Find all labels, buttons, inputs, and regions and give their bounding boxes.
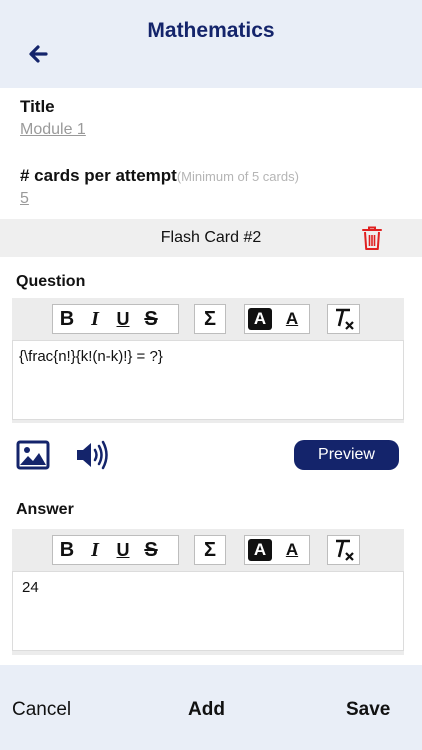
cards-per-attempt-label: # cards per attempt(Minimum of 5 cards) xyxy=(20,166,299,186)
answer-text-area[interactable]: 24 xyxy=(12,571,404,651)
question-label: Question xyxy=(16,273,86,290)
flash-card-header: Flash Card #2 xyxy=(0,219,422,257)
strikethrough-button[interactable]: S xyxy=(137,536,165,564)
math-group: Σ xyxy=(194,535,226,565)
clear-format-icon[interactable] xyxy=(331,537,357,563)
color-group: A A xyxy=(244,304,310,334)
bold-button[interactable]: B xyxy=(53,536,81,564)
trash-icon[interactable] xyxy=(360,225,384,251)
add-button[interactable]: Add xyxy=(188,699,225,721)
cards-per-attempt-text: # cards per attempt xyxy=(20,166,177,185)
title-input[interactable]: Module 1 xyxy=(20,121,86,139)
answer-editor: B I U S Σ A A 24 xyxy=(12,529,404,655)
highlight-color-button[interactable]: A xyxy=(248,539,272,561)
sigma-button[interactable]: Σ xyxy=(196,536,224,564)
text-style-group: B I U S xyxy=(52,535,179,565)
title-label: Title xyxy=(20,97,55,116)
clear-format-icon[interactable] xyxy=(331,306,357,332)
question-text-area[interactable]: {\frac{n!}{k!(n-k)!} = ?} xyxy=(12,340,404,420)
save-button[interactable]: Save xyxy=(346,699,390,721)
clear-format-group xyxy=(327,304,360,334)
back-arrow-icon[interactable] xyxy=(26,42,50,66)
clear-format-group xyxy=(327,535,360,565)
cards-per-attempt-input[interactable]: 5 xyxy=(20,190,29,208)
color-group: A A xyxy=(244,535,310,565)
text-color-button[interactable]: A xyxy=(278,536,306,564)
highlight-color-button[interactable]: A xyxy=(248,308,272,330)
speaker-icon[interactable] xyxy=(74,440,110,470)
underline-button[interactable]: U xyxy=(109,536,137,564)
bold-button[interactable]: B xyxy=(53,305,81,333)
answer-label: Answer xyxy=(16,501,74,518)
flash-card-title: Flash Card #2 xyxy=(160,229,262,246)
image-icon[interactable] xyxy=(16,440,50,470)
text-style-group: B I U S xyxy=(52,304,179,334)
italic-button[interactable]: I xyxy=(81,305,109,333)
sigma-button[interactable]: Σ xyxy=(196,305,224,333)
math-group: Σ xyxy=(194,304,226,334)
cancel-button[interactable]: Cancel xyxy=(12,699,71,721)
strikethrough-button[interactable]: S xyxy=(137,305,165,333)
cards-hint: (Minimum of 5 cards) xyxy=(176,169,299,184)
bottom-action-bar: Cancel Add Save xyxy=(0,665,422,750)
page-title: Mathematics xyxy=(147,19,275,42)
italic-button[interactable]: I xyxy=(81,536,109,564)
question-editor: B I U S Σ A A {\frac{n!}{k!(n-k)!} = ?} xyxy=(12,298,404,423)
header-bar: Mathematics xyxy=(0,0,422,88)
preview-button[interactable]: Preview xyxy=(294,440,399,470)
underline-button[interactable]: U xyxy=(109,305,137,333)
text-color-button[interactable]: A xyxy=(278,305,306,333)
